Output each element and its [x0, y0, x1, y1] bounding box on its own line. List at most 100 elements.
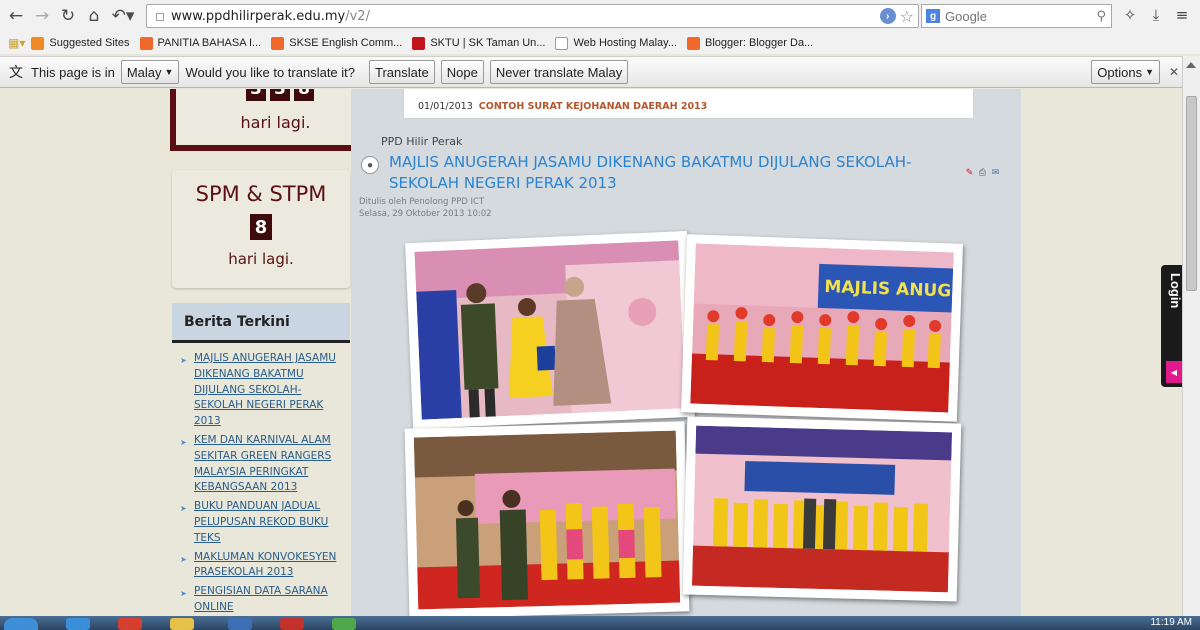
translate-question: Would you like to translate it? [185, 64, 356, 80]
chrome-icon[interactable] [118, 618, 142, 630]
bullet-icon: ➤ [180, 504, 187, 514]
pdf-icon[interactable]: ✎ [964, 167, 975, 178]
blogger-icon [139, 36, 153, 50]
countdown-digits: 3 3 8 [246, 89, 314, 101]
browser-toolbar: ← → ↻ ⌂ ↶▾ ◻ www.ppdhilirperak.edu.my/v2… [0, 0, 1200, 32]
ie-icon[interactable] [66, 618, 90, 630]
print-icon[interactable]: ⎙ [977, 167, 988, 178]
close-icon[interactable]: ✕ [1169, 65, 1179, 79]
article-icon: ● [361, 156, 379, 174]
school-crest-icon [412, 36, 426, 50]
article-link[interactable]: CONTOH SURAT KEJOHANAN DAERAH 2013 [479, 101, 708, 112]
chevron-down-icon: ▼ [1145, 67, 1154, 77]
app-icon[interactable] [332, 618, 356, 630]
translate-omnibox-icon[interactable]: › [879, 8, 896, 24]
bookmark-web-hosting[interactable]: Web Hosting Malay... [555, 36, 677, 50]
login-arrow-icon[interactable]: ◀ [1166, 361, 1182, 383]
favicon-icon [31, 36, 45, 50]
article-date: 01/01/2013 [418, 101, 473, 112]
bookmarks-bar: ▦▾ Suggested Sites PANITIA BAHASA I... S… [0, 32, 1200, 54]
app-icon[interactable] [228, 618, 252, 630]
bookmark-suggested-sites[interactable]: Suggested Sites [31, 36, 130, 50]
bookmark-skse[interactable]: SKSE English Comm... [271, 36, 402, 50]
reload-icon[interactable]: ↻ [55, 3, 81, 29]
download-icon[interactable]: ⤓ [1146, 6, 1166, 26]
blogger-icon [687, 36, 700, 50]
bookmark-panitia[interactable]: PANITIA BAHASA I... [139, 36, 261, 50]
start-button[interactable] [4, 618, 38, 630]
search-icon[interactable]: ⚲ [1096, 9, 1106, 24]
countdown-digit: 8 [294, 89, 314, 101]
taskbar: 11:19 AM [0, 616, 1200, 630]
google-icon: g [926, 9, 940, 23]
scroll-thumb[interactable] [1186, 96, 1197, 291]
bookmark-star-icon[interactable]: ☆ [900, 7, 914, 26]
search-input[interactable] [945, 8, 1085, 24]
bullet-icon: ➤ [180, 554, 187, 564]
news-panel: Berita Terkini ➤ MAJLIS ANUGERAH JASAMU D… [172, 303, 350, 616]
bullet-icon: ➤ [180, 437, 187, 447]
news-item[interactable]: ➤ MAJLIS ANUGERAH JASAMU DIKENANG BAKATMU… [180, 351, 346, 430]
main-content: 01/01/2013 CONTOH SURAT KEJOHANAN DAERAH… [351, 89, 1021, 616]
article-byline: Ditulis oleh Penolong PPD ICT Selasa, 29… [359, 196, 492, 220]
apps-folder-icon[interactable]: ▦▾ [8, 36, 25, 50]
article-title[interactable]: MAJLIS ANUGERAH JASAMU DIKENANG BAKATMU … [389, 152, 949, 194]
address-bar[interactable]: ◻ www.ppdhilirperak.edu.my/v2/ › ☆ [146, 4, 919, 28]
language-select[interactable]: Malay ▼ [120, 60, 180, 84]
countdown-suffix: hari lagi. [240, 113, 311, 132]
news-item[interactable]: ➤ BUKU PANDUAN JADUAL PELUPUSAN REKOD BUK… [180, 499, 346, 546]
web-page: 3 3 8 hari lagi. SPM & STPM 8 hari lagi.… [0, 89, 1182, 616]
article-actions: ✎ ⎙ ✉ [964, 167, 1001, 178]
photo-group-stage [682, 416, 962, 602]
email-icon[interactable]: ✉ [990, 167, 1001, 178]
translate-infobar: 文 This page is in Malay ▼ Would you like … [0, 56, 1182, 88]
options-button[interactable]: Options ▼ [1091, 60, 1160, 84]
blogger-icon [271, 36, 285, 50]
section-label: PPD Hilir Perak [381, 135, 463, 148]
translate-button[interactable]: Translate [369, 60, 435, 84]
forward-icon[interactable]: → [29, 3, 55, 29]
extensions-icon[interactable]: ✧ [1120, 6, 1140, 26]
news-list: ➤ MAJLIS ANUGERAH JASAMU DIKENANG BAKATMU… [172, 343, 350, 616]
bookmark-blogger[interactable]: Blogger: Blogger Da... [687, 36, 813, 50]
countdown-panel: 3 3 8 hari lagi. [176, 89, 375, 145]
url-text[interactable]: www.ppdhilirperak.edu.my/v2/ [171, 9, 370, 24]
bullet-icon: ➤ [180, 356, 187, 365]
photo-performance: MAJLIS ANUGER [680, 234, 964, 422]
photo-award [405, 230, 695, 430]
news-item[interactable]: ➤ PENGISIAN DATA SARANA ONLINE [180, 584, 346, 616]
countdown-widget: 3 3 8 hari lagi. [170, 89, 381, 151]
home-icon[interactable]: ⌂ [81, 3, 107, 29]
photo-group-award [404, 421, 690, 616]
photo-collage: MAJLIS ANUGER [401, 227, 964, 616]
countdown-digits: 8 [172, 214, 350, 240]
login-tab[interactable]: Login ◀ [1161, 265, 1182, 387]
page-icon: ◻ [155, 9, 165, 23]
bookmark-sktu[interactable]: SKTU | SK Taman Un... [412, 36, 545, 50]
news-item[interactable]: ➤ KEM DAN KARNIVAL ALAM SEKITAR GREEN RAN… [180, 433, 346, 496]
countdown-title: SPM & STPM [195, 182, 327, 206]
news-item[interactable]: ➤ MAKLUMAN KONVOKESYEN PRASEKOLAH 2013 [180, 550, 346, 582]
page-icon [555, 36, 569, 50]
never-translate-button[interactable]: Never translate Malay [489, 60, 629, 84]
scroll-up-icon[interactable] [1186, 62, 1196, 68]
countdown-digit: 3 [246, 89, 266, 101]
app-icon[interactable] [280, 618, 304, 630]
nope-button[interactable]: Nope [440, 60, 484, 84]
news-heading: Berita Terkini [172, 303, 350, 343]
back-icon[interactable]: ← [3, 3, 29, 29]
menu-icon[interactable]: ≡ [1172, 6, 1192, 26]
folder-icon[interactable] [170, 618, 194, 630]
clock: 11:19 AM [1150, 617, 1192, 628]
scrollbar[interactable] [1182, 56, 1200, 616]
left-sidebar: 3 3 8 hari lagi. SPM & STPM 8 hari lagi.… [170, 89, 381, 616]
bullet-icon: ➤ [180, 589, 187, 599]
countdown-digit: 3 [270, 89, 290, 101]
translate-prefix: This page is in [31, 64, 115, 80]
undo-icon[interactable]: ↶▾ [107, 3, 139, 29]
search-box[interactable]: g ⚲ [921, 4, 1112, 28]
article-date: Selasa, 29 Oktober 2013 10:02 [359, 209, 492, 219]
countdown-suffix: hari lagi. [228, 250, 294, 268]
chevron-down-icon: ▼ [164, 67, 174, 77]
translate-icon: 文 [9, 64, 23, 80]
